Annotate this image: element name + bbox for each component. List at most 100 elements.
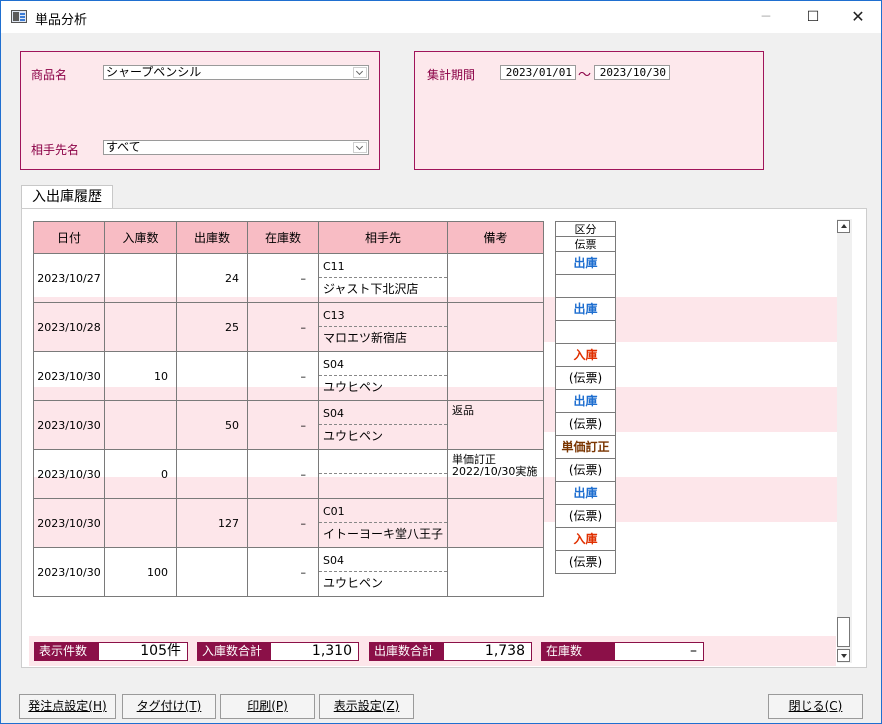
cell-stock: –	[247, 253, 319, 303]
col-header-note[interactable]: 備考	[447, 221, 544, 254]
cell-in-qty: 100	[104, 547, 177, 597]
cell-out-qty: 24	[176, 253, 248, 303]
slip-link[interactable]	[555, 274, 616, 298]
cell-stock: –	[247, 449, 319, 499]
stock-label: 在庫数	[541, 642, 614, 661]
table-row[interactable]: 2023/10/27 24 – C11 ジャスト下北沢店	[33, 253, 544, 303]
partner-combobox[interactable]: すべて	[103, 140, 369, 155]
scroll-down-icon[interactable]	[837, 649, 850, 662]
scroll-thumb[interactable]	[837, 617, 850, 647]
table-row[interactable]: 2023/10/30 127 – C01 イトーヨーキ堂八王子	[33, 498, 544, 548]
out-total-label: 出庫数合計	[369, 642, 443, 661]
vertical-scrollbar[interactable]	[837, 219, 852, 663]
product-filter-panel: 商品名 シャープペンシル 相手先名 すべて	[20, 51, 380, 170]
cell-partner: C11 ジャスト下北沢店	[318, 253, 448, 303]
slip-link[interactable]: (伝票)	[555, 458, 616, 482]
out-total-value: 1,738	[443, 642, 532, 661]
note-line: 2022/10/30実施	[452, 465, 538, 478]
app-window: 単品分析 ─ ☐ ✕ 商品名 シャープペンシル 相手先名 すべて 集計期間 20…	[0, 0, 882, 724]
print-button[interactable]: 印刷(P)	[220, 694, 315, 719]
cell-date: 2023/10/27	[33, 253, 105, 303]
cell-out-qty	[176, 351, 248, 401]
col-header-stock[interactable]: 在庫数	[247, 221, 319, 254]
cell-date: 2023/10/30	[33, 449, 105, 499]
close-window-button[interactable]: ✕	[835, 1, 881, 33]
col-header-in-qty[interactable]: 入庫数	[104, 221, 177, 254]
cell-in-qty	[104, 498, 177, 548]
kubun-value: 単価訂正	[555, 435, 616, 459]
minimize-button[interactable]: ─	[743, 1, 789, 33]
kubun-value: 出庫	[555, 481, 616, 505]
cell-note	[447, 498, 544, 548]
history-table: 日付 入庫数 出庫数 在庫数 相手先 備考 2023/10/27 24 – C1…	[33, 221, 544, 597]
cell-note: 単価訂正 2022/10/30実施	[447, 449, 544, 499]
cell-note	[447, 351, 544, 401]
table-header-row: 日付 入庫数 出庫数 在庫数 相手先 備考	[33, 221, 544, 254]
tab-stock-history[interactable]: 入出庫履歴	[21, 185, 113, 209]
title-bar: 単品分析 ─ ☐ ✕	[1, 1, 881, 33]
scroll-up-icon[interactable]	[837, 220, 850, 233]
cell-note	[447, 253, 544, 303]
partner-code	[319, 452, 447, 474]
table-row[interactable]: 2023/10/30 100 – S04 ユウヒペン	[33, 547, 544, 597]
partner-code: C01	[319, 501, 447, 523]
cell-date: 2023/10/30	[33, 351, 105, 401]
cell-out-qty: 127	[176, 498, 248, 548]
in-total-value: 1,310	[270, 642, 359, 661]
kubun-header: 区分	[555, 221, 616, 237]
period-label: 集計期間	[427, 68, 476, 82]
cell-in-qty	[104, 302, 177, 352]
cell-date: 2023/10/30	[33, 400, 105, 450]
partner-name	[319, 474, 447, 496]
col-header-partner[interactable]: 相手先	[318, 221, 448, 254]
chevron-down-icon[interactable]	[353, 142, 367, 153]
chevron-down-icon[interactable]	[353, 67, 367, 78]
slip-link[interactable]: (伝票)	[555, 504, 616, 528]
cell-in-qty: 0	[104, 449, 177, 499]
stock-value: –	[614, 642, 704, 661]
col-header-date[interactable]: 日付	[33, 221, 105, 254]
date-from-input[interactable]: 2023/01/01	[500, 65, 576, 80]
app-window-icon	[11, 10, 27, 23]
cell-date: 2023/10/30	[33, 547, 105, 597]
cell-in-qty	[104, 253, 177, 303]
col-header-out-qty[interactable]: 出庫数	[176, 221, 248, 254]
slip-header: 伝票	[555, 236, 616, 252]
count-value: 105件	[98, 642, 188, 661]
tilde-separator: ～	[578, 68, 592, 83]
cell-note: 返品	[447, 400, 544, 450]
partner-code: S04	[319, 354, 447, 376]
period-filter-panel: 集計期間 2023/01/01 ～ 2023/10/30	[414, 51, 764, 170]
cell-partner: C01 イトーヨーキ堂八王子	[318, 498, 448, 548]
close-label: 閉じる(C)	[788, 699, 843, 713]
reorder-point-button[interactable]: 発注点設定(H)	[19, 694, 116, 719]
maximize-button[interactable]: ☐	[790, 1, 836, 33]
cell-partner: C13 マロエツ新宿店	[318, 302, 448, 352]
cell-stock: –	[247, 498, 319, 548]
cell-stock: –	[247, 400, 319, 450]
display-settings-button[interactable]: 表示設定(Z)	[319, 694, 414, 719]
product-combobox[interactable]: シャープペンシル	[103, 65, 369, 80]
kubun-value: 入庫	[555, 527, 616, 551]
table-row[interactable]: 2023/10/30 50 – S04 ユウヒペン 返品	[33, 400, 544, 450]
in-total-label: 入庫数合計	[197, 642, 270, 661]
cell-date: 2023/10/28	[33, 302, 105, 352]
slip-link[interactable]: (伝票)	[555, 550, 616, 574]
table-row[interactable]: 2023/10/30 10 – S04 ユウヒペン	[33, 351, 544, 401]
cell-in-qty	[104, 400, 177, 450]
slip-link[interactable]	[555, 320, 616, 344]
table-row[interactable]: 2023/10/28 25 – C13 マロエツ新宿店	[33, 302, 544, 352]
cell-date: 2023/10/30	[33, 498, 105, 548]
product-value: シャープペンシル	[106, 65, 202, 79]
partner-code: C13	[319, 305, 447, 327]
tag-button[interactable]: タグ付け(T)	[122, 694, 216, 719]
cell-stock: –	[247, 547, 319, 597]
close-button[interactable]: 閉じる(C)	[768, 694, 863, 719]
slip-link[interactable]: (伝票)	[555, 366, 616, 390]
slip-link[interactable]: (伝票)	[555, 412, 616, 436]
table-row[interactable]: 2023/10/30 0 – 単価訂正 2022/10/30実施	[33, 449, 544, 499]
date-to-input[interactable]: 2023/10/30	[594, 65, 670, 80]
partner-name: ユウヒペン	[323, 576, 384, 590]
print-label: 印刷(P)	[247, 699, 288, 713]
count-label: 表示件数	[34, 642, 98, 661]
